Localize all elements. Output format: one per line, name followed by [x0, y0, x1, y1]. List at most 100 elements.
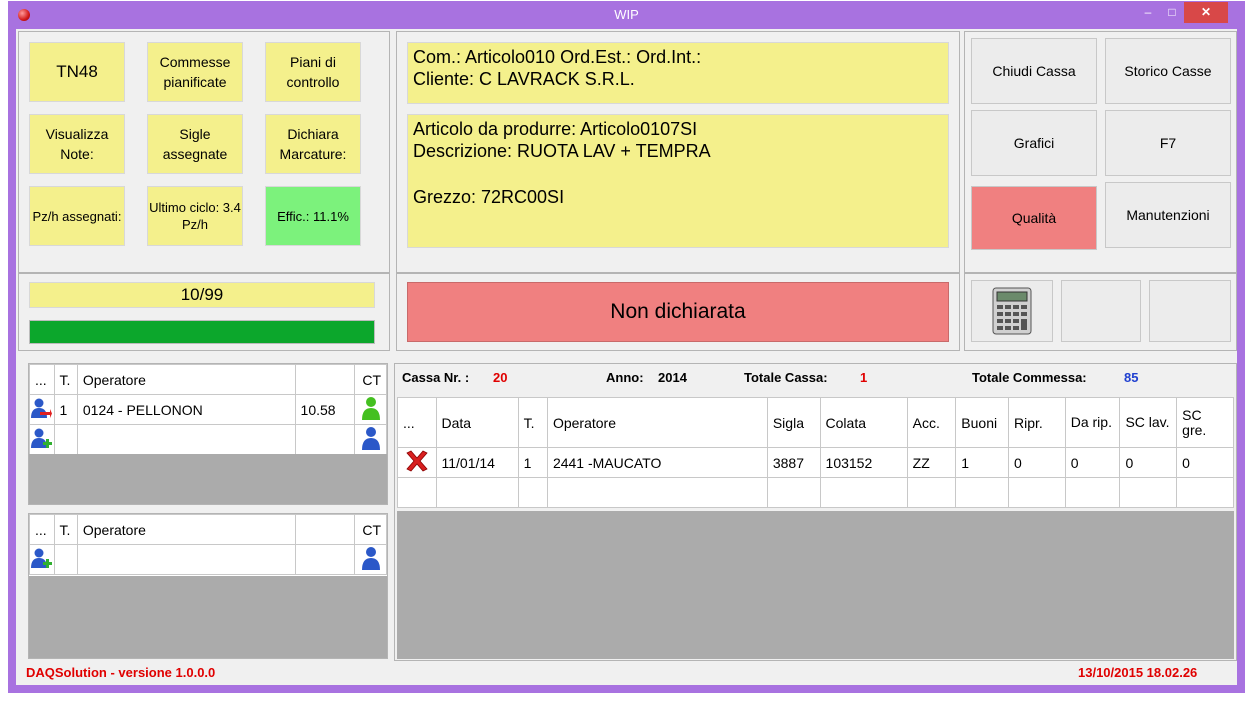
cell-buoni: 1: [955, 447, 1009, 478]
grezzo-line: Grezzo: 72RC00SI: [413, 187, 565, 207]
table-empty-area: [397, 511, 1234, 659]
table-row[interactable]: [29, 424, 387, 455]
operators-panel-1: ... T. Operatore CT 1 0124 - PELLONON 10…: [28, 363, 388, 505]
piece-counter: 10/99: [29, 282, 375, 308]
row-t: 1: [53, 394, 78, 425]
articolo-line: Articolo da produrre: Articolo0107SI: [413, 119, 698, 139]
tool-button-2[interactable]: [1061, 280, 1141, 342]
cell-sigla: 3887: [766, 447, 821, 478]
calculator-button[interactable]: [971, 280, 1053, 342]
calculator-icon: [992, 287, 1032, 335]
col-header: Operatore: [76, 364, 296, 395]
pz-h-assegnati: Pz/h assegnati:: [29, 186, 125, 246]
app-window: WIP – □ ✕ TN48 Commesse pianificate Pian…: [8, 1, 1245, 693]
cell-sc-gre: 0: [1176, 447, 1234, 478]
cassa-table: ... Data T. Operatore Sigla Colata Acc. …: [397, 397, 1234, 508]
col-header: Data: [435, 397, 519, 448]
commessa-info: Com.: Articolo010 Ord.Est.: Ord.Int.: Cl…: [407, 42, 949, 104]
dichiarazione-status: Non dichiarata: [407, 282, 949, 342]
totale-commessa-label: Totale Commessa:: [972, 370, 1087, 385]
operators-table-1: ... T. Operatore CT 1 0124 - PELLONON 10…: [29, 364, 387, 455]
operator-slot-cell: [354, 544, 387, 575]
storico-casse-button[interactable]: Storico Casse: [1105, 38, 1231, 104]
row-operator: 0124 - PELLONON: [76, 394, 296, 425]
status-panel: Non dichiarata: [396, 273, 960, 351]
add-operator-cell[interactable]: [29, 424, 55, 455]
col-header: SC lav.: [1119, 397, 1178, 448]
cassa-nr-label: Cassa Nr. :: [402, 370, 470, 385]
cell-t: 1: [517, 447, 548, 478]
cell-acc: ZZ: [906, 447, 957, 478]
close-button[interactable]: ✕: [1184, 2, 1228, 23]
cell-da-rip: 0: [1064, 447, 1121, 478]
col-header: T.: [53, 364, 78, 395]
window-title: WIP: [614, 7, 639, 22]
delete-x-icon: [406, 450, 428, 472]
col-header: Da rip.: [1064, 397, 1121, 448]
cell-ripr: 0: [1007, 447, 1066, 478]
maximize-button[interactable]: □: [1160, 2, 1184, 23]
totale-cassa-label: Totale Cassa:: [744, 370, 828, 385]
person-blue-icon: [361, 547, 380, 570]
cassa-nr-value: 20: [493, 370, 508, 385]
operators-table-2: ... T. Operatore CT: [29, 514, 387, 575]
commessa-line: Com.: Articolo010 Ord.Est.: Ord.Int.:: [413, 47, 702, 67]
table-row-empty[interactable]: [397, 477, 1234, 508]
actions-panel: Chiudi Cassa Storico Casse Grafici F7 Qu…: [964, 31, 1237, 273]
commesse-pianificate-button[interactable]: Commesse pianificate: [147, 42, 243, 102]
person-blue-icon: [361, 427, 380, 450]
cell-operatore: 2441 -MAUCATO: [546, 447, 768, 478]
counter-panel: 10/99: [18, 273, 390, 351]
grafici-button[interactable]: Grafici: [971, 110, 1097, 176]
f7-button[interactable]: F7: [1105, 110, 1231, 176]
col-header: ...: [29, 364, 55, 395]
row-ct: 10.58: [294, 394, 356, 425]
table-row[interactable]: 1 0124 - PELLONON 10.58: [29, 394, 387, 425]
manutenzioni-button[interactable]: Manutenzioni: [1105, 182, 1231, 248]
machine-panel: TN48 Commesse pianificate Piani di contr…: [18, 31, 390, 273]
anno-label: Anno:: [606, 370, 644, 385]
cell-sc-lav: 0: [1119, 447, 1178, 478]
visualizza-note-button[interactable]: Visualizza Note:: [29, 114, 125, 174]
piani-controllo-button[interactable]: Piani di controllo: [265, 42, 361, 102]
minimize-button[interactable]: –: [1136, 2, 1160, 23]
col-header: Operatore: [546, 397, 768, 448]
person-add-icon: [31, 428, 52, 448]
col-header: CT: [354, 514, 387, 545]
sigle-assegnate-button[interactable]: Sigle assegnate: [147, 114, 243, 174]
col-header: T.: [53, 514, 78, 545]
tool-button-3[interactable]: [1149, 280, 1231, 342]
machine-name: TN48: [29, 42, 125, 102]
info-panel: Com.: Articolo010 Ord.Est.: Ord.Int.: Cl…: [396, 31, 960, 273]
dichiara-marcature-button[interactable]: Dichiara Marcature:: [265, 114, 361, 174]
version-label: DAQSolution - versione 1.0.0.0: [26, 665, 216, 680]
col-header: SC gre.: [1176, 397, 1234, 448]
col-header: Ripr.: [1007, 397, 1066, 448]
operator-slot-cell: [354, 424, 387, 455]
cliente-line: Cliente: C LAVRACK S.R.L.: [413, 69, 635, 89]
table-empty-area: [29, 454, 387, 504]
ultimo-ciclo: Ultimo ciclo: 3.4 Pz/h: [147, 186, 243, 246]
totale-commessa-value: 85: [1124, 370, 1139, 385]
col-header: Buoni: [955, 397, 1009, 448]
col-header: Operatore: [76, 514, 296, 545]
totale-cassa-value: 1: [860, 370, 868, 385]
col-header: T.: [517, 397, 548, 448]
title-bar: WIP – □ ✕: [8, 1, 1245, 29]
cell-data: 11/01/14: [435, 447, 519, 478]
cell-colata: 103152: [819, 447, 908, 478]
delete-row-cell[interactable]: [397, 447, 437, 478]
col-header: [294, 514, 356, 545]
table-row[interactable]: 11/01/14 1 2441 -MAUCATO 3887 103152 ZZ …: [397, 447, 1234, 478]
chiudi-cassa-button[interactable]: Chiudi Cassa: [971, 38, 1097, 104]
table-row[interactable]: [29, 544, 387, 575]
col-header: Colata: [819, 397, 908, 448]
col-header: Acc.: [906, 397, 957, 448]
person-red-icon: [31, 398, 52, 418]
qualita-button[interactable]: Qualità: [971, 186, 1097, 250]
add-operator-cell[interactable]: [29, 544, 55, 575]
col-header: Sigla: [766, 397, 821, 448]
person-green-icon: [361, 397, 380, 420]
row-action-cell[interactable]: [29, 394, 55, 425]
person-add-icon: [31, 548, 52, 568]
